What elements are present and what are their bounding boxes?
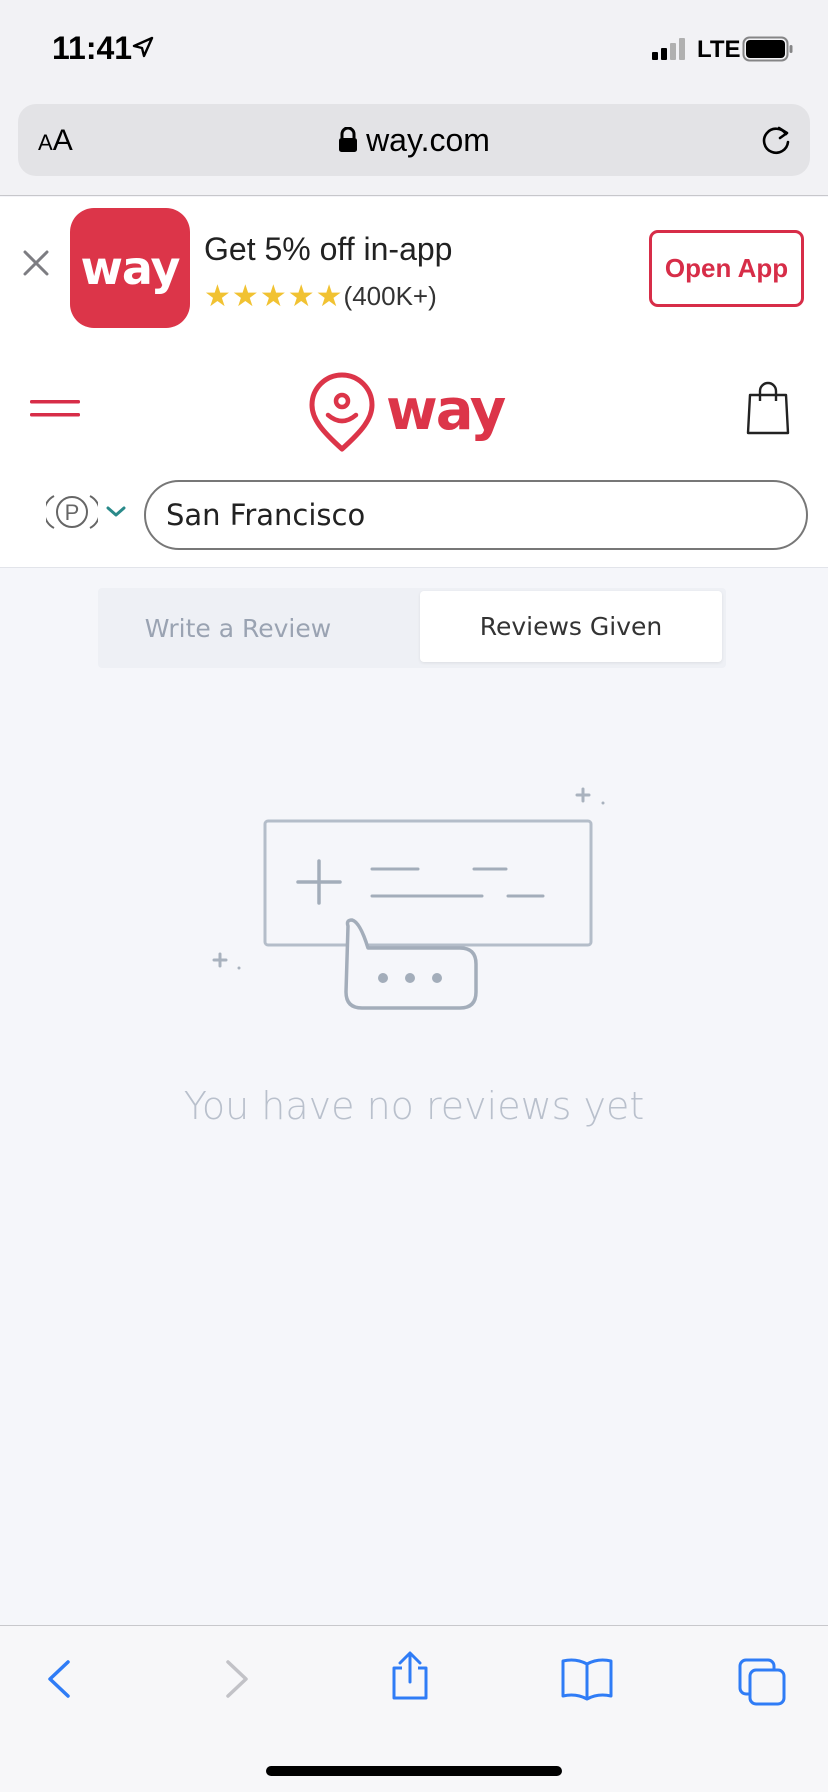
star-icon: ★: [315, 278, 343, 314]
parking-glyph: P: [65, 500, 80, 525]
star-icon: ★: [204, 278, 231, 314]
site-header: way P: [0, 339, 828, 568]
forward-arrow-icon[interactable]: [216, 1656, 256, 1706]
network-type: LTE: [697, 36, 741, 63]
empty-state-message: You have no reviews yet: [183, 1084, 645, 1128]
banner-title: Get 5% off in-app: [204, 231, 453, 267]
tab-write-review[interactable]: Write a Review: [98, 588, 378, 668]
empty-reviews-illustration: [200, 770, 620, 1054]
home-indicator: [266, 1766, 562, 1776]
open-app-button[interactable]: Open App: [649, 230, 804, 307]
shopping-bag-icon[interactable]: [746, 381, 790, 439]
status-time: 11:41: [52, 30, 133, 66]
signal-strength-icon: [652, 38, 688, 64]
tabs-icon[interactable]: [736, 1656, 788, 1712]
parking-icon: P: [46, 495, 98, 529]
review-tabs: Write a Review Reviews Given: [98, 588, 726, 668]
chevron-down-icon: [106, 506, 126, 517]
status-bar: 11:41 LTE: [0, 0, 828, 96]
parking-type-selector[interactable]: P: [46, 492, 128, 532]
hamburger-menu-icon[interactable]: [30, 394, 82, 428]
location-arrow-icon: [132, 36, 154, 62]
tab-reviews-given[interactable]: Reviews Given: [420, 591, 722, 662]
lock-icon: [338, 124, 358, 161]
way-logo[interactable]: way: [308, 369, 528, 463]
reload-icon[interactable]: [758, 122, 794, 162]
smart-app-banner: way Get 5% off in-app ★ ★ ★ ★ ★ (400K+) …: [0, 197, 828, 339]
star-icon: ★: [287, 278, 315, 314]
star-rating: ★ ★ ★ ★ ★ (400K+): [204, 281, 437, 312]
location-search-input[interactable]: [144, 480, 808, 550]
rating-count: (400K+): [343, 281, 437, 311]
app-icon[interactable]: way: [70, 208, 190, 328]
browser-address-area: AA way.com: [0, 96, 828, 196]
close-icon[interactable]: [20, 247, 52, 283]
share-icon[interactable]: [386, 1650, 434, 1706]
battery-icon: [742, 36, 794, 66]
url-text: way.com: [366, 122, 490, 158]
url-display[interactable]: way.com: [18, 122, 810, 161]
back-arrow-icon[interactable]: [40, 1656, 80, 1706]
star-icon: ★: [231, 278, 259, 314]
address-bar[interactable]: AA way.com: [18, 104, 810, 176]
logo-text: way: [386, 378, 506, 443]
star-icon: ★: [259, 278, 287, 314]
bookmarks-icon[interactable]: [560, 1656, 614, 1706]
